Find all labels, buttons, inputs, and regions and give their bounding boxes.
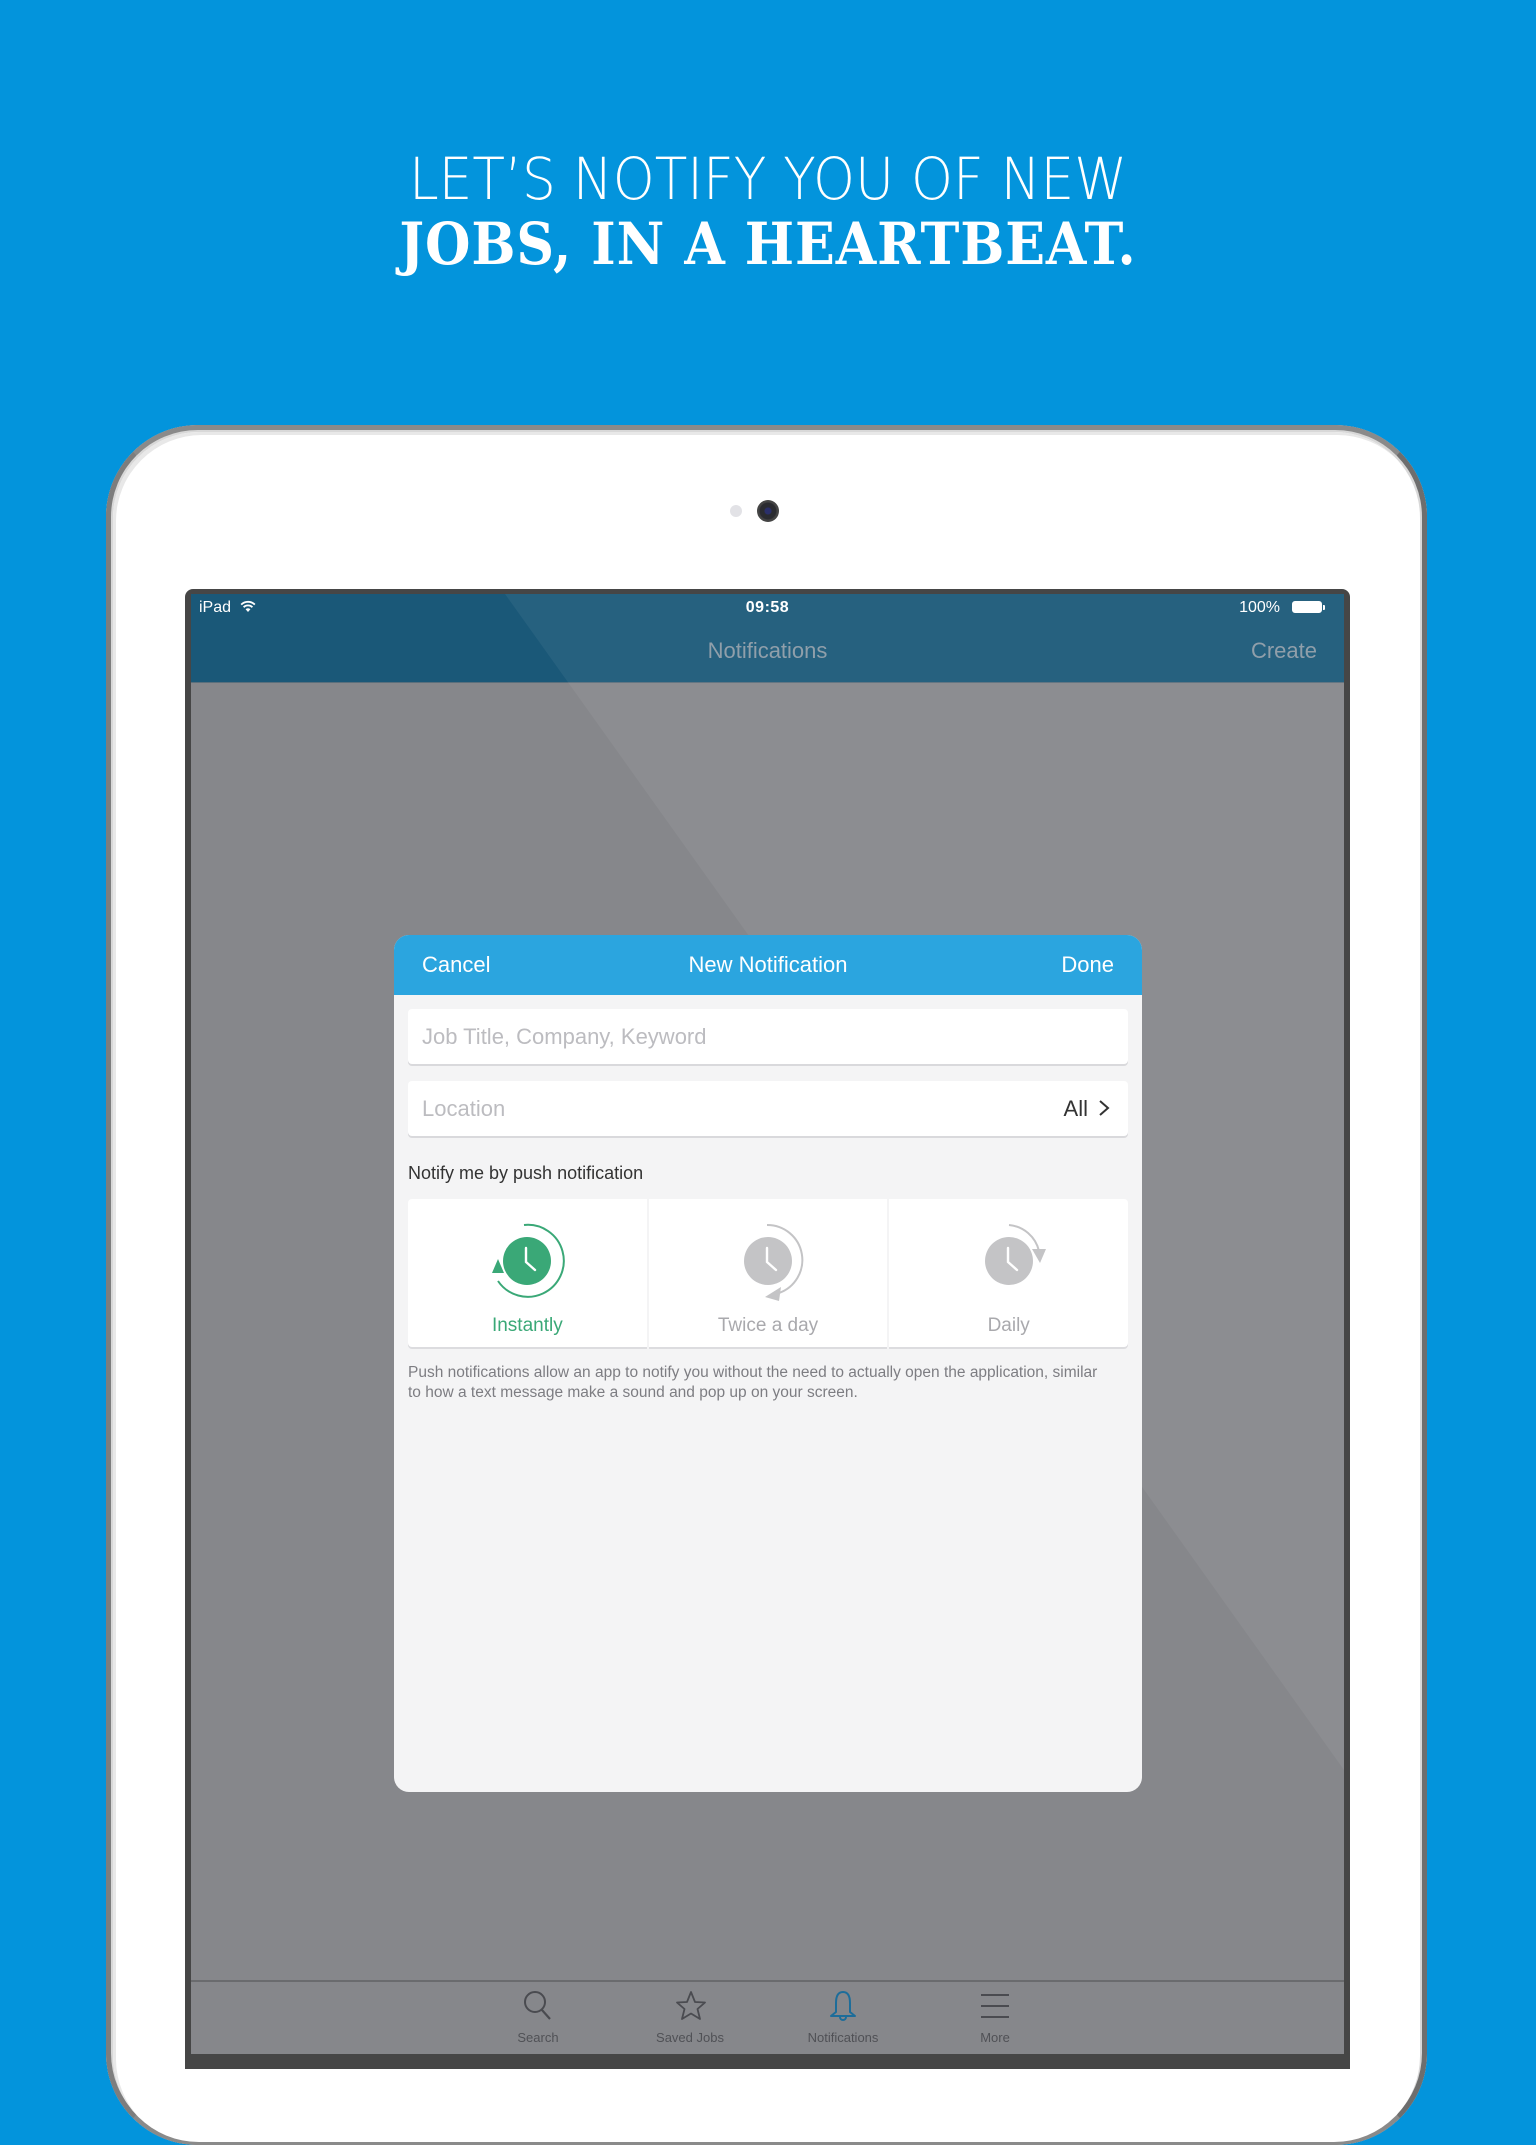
battery-percent: 100% bbox=[1239, 599, 1280, 616]
star-icon bbox=[676, 1991, 706, 2020]
tab-more[interactable]: More bbox=[935, 1982, 1055, 2054]
clock-twice-icon bbox=[744, 1223, 804, 1301]
light-sensor bbox=[730, 505, 742, 517]
modal-title: New Notification bbox=[688, 952, 848, 977]
battery-icon bbox=[1292, 601, 1322, 613]
tab-bar: Search Saved Jobs Notifications More bbox=[191, 1980, 1344, 2054]
location-field[interactable]: Location All bbox=[408, 1081, 1128, 1136]
battery-tip bbox=[1323, 605, 1325, 610]
option-daily[interactable]: Daily bbox=[889, 1199, 1129, 1347]
clock-daily-icon bbox=[984, 1224, 1046, 1285]
cancel-button[interactable]: Cancel bbox=[422, 952, 490, 978]
tab-saved-jobs[interactable]: Saved Jobs bbox=[630, 1982, 750, 2054]
tab-search[interactable]: Search bbox=[478, 1982, 598, 2054]
nav-bar: Notifications Create bbox=[191, 620, 1344, 682]
option-label: Daily bbox=[987, 1315, 1030, 1336]
done-button[interactable]: Done bbox=[1061, 952, 1114, 978]
push-help-text: Push notifications allow an app to notif… bbox=[408, 1364, 1098, 1401]
option-twice-a-day[interactable]: Twice a day bbox=[648, 1199, 888, 1347]
location-label: Location bbox=[422, 1096, 506, 1121]
option-instantly[interactable]: Instantly bbox=[408, 1199, 647, 1347]
push-section-label: Notify me by push notification bbox=[408, 1163, 644, 1183]
tab-label: Notifications bbox=[807, 2030, 879, 2045]
option-label: Twice a day bbox=[717, 1315, 819, 1336]
keyword-input[interactable] bbox=[422, 1009, 1022, 1064]
clock-time: 09:58 bbox=[745, 599, 790, 616]
location-value: All bbox=[1063, 1096, 1088, 1121]
keyword-field[interactable] bbox=[408, 1009, 1128, 1064]
clock-instant-icon bbox=[492, 1223, 566, 1298]
headline-line-1: LET’S NOTIFY YOU OF NEW bbox=[408, 145, 1128, 213]
tab-label: Search bbox=[517, 2030, 559, 2045]
search-icon bbox=[524, 1991, 551, 2020]
nav-divider bbox=[191, 682, 1344, 683]
status-bar: iPad 09:58 100% bbox=[191, 594, 1344, 620]
tab-bar-divider bbox=[191, 1980, 1344, 1982]
new-notification-modal: New Notification Cancel Done Location Al… bbox=[394, 935, 1142, 1792]
create-button[interactable]: Create bbox=[1251, 638, 1317, 664]
frequency-selector: Instantly Twice a day Daily bbox=[408, 1199, 1129, 1347]
nav-title: Notifications bbox=[707, 638, 828, 663]
option-label: Instantly bbox=[491, 1315, 563, 1336]
chevron-right-icon bbox=[1099, 1100, 1110, 1116]
headline-line-2: JOBS, IN A HEARTBEAT. bbox=[399, 210, 1137, 278]
tab-notifications[interactable]: Notifications bbox=[783, 1982, 903, 2054]
camera-icon bbox=[757, 500, 779, 522]
modal-header: New Notification Cancel Done bbox=[394, 935, 1142, 995]
tab-label: More bbox=[980, 2030, 1010, 2045]
device-screen: iPad 09:58 100% Notifications Create New… bbox=[191, 594, 1344, 2054]
bell-icon bbox=[830, 1991, 856, 2021]
menu-icon bbox=[981, 1994, 1009, 2018]
tab-label: Saved Jobs bbox=[656, 2030, 724, 2045]
